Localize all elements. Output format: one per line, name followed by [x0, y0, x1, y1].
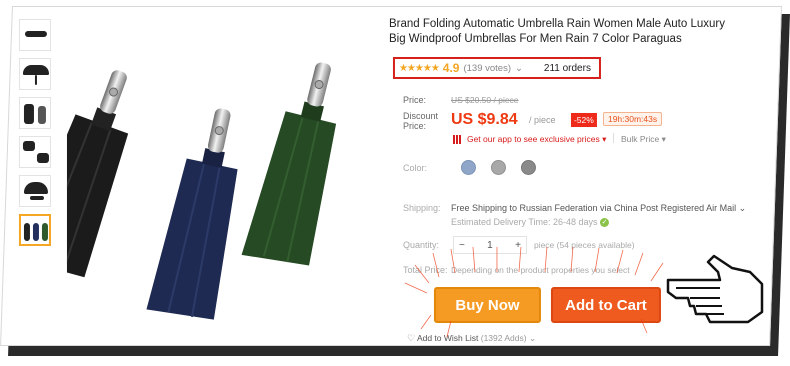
orders-count: 211 orders	[543, 62, 591, 74]
add-to-cart-button[interactable]: Add to Cart	[550, 287, 661, 323]
total-price-note: Depending on the product properties you …	[450, 265, 630, 275]
heart-icon: ♡	[406, 333, 416, 343]
thumbnail-1[interactable]	[18, 19, 51, 51]
discount-price-label-line2: Price:	[402, 121, 426, 131]
shipping-method-dropdown[interactable]: Free Shipping to Russian Federation via …	[451, 203, 746, 214]
check-circle-icon: ✓	[600, 218, 610, 228]
price-label: Price:	[402, 95, 426, 105]
quantity-availability: piece (54 pieces available)	[533, 240, 635, 250]
green-umbrella	[241, 62, 337, 266]
thumbnail-2[interactable]	[18, 58, 51, 90]
product-title: Brand Folding Automatic Umbrella Rain Wo…	[388, 18, 725, 45]
delivery-time-text: Estimated Delivery Time: 26-48 days	[450, 217, 598, 227]
thumbnail-6-selected[interactable]	[18, 214, 51, 246]
delivery-time: Estimated Delivery Time: 26-48 days ✓	[450, 217, 610, 228]
app-exclusive-prices-link[interactable]: Get our app to see exclusive prices ▾	[467, 134, 606, 145]
color-swatch-dark-grey[interactable]	[520, 160, 536, 175]
chevron-down-icon[interactable]: ⌄	[529, 333, 536, 343]
qr-code-icon	[452, 135, 462, 144]
discount-price: US $9.84	[450, 111, 518, 128]
color-swatch-grey[interactable]	[490, 160, 506, 175]
wishlist-count: (1392 Adds)	[480, 333, 527, 343]
black-umbrella	[66, 70, 129, 278]
navy-umbrella	[146, 108, 238, 320]
rating-orders-highlight: ★★★★★ 4.9 (139 votes) ⌄ 211 orders	[392, 57, 601, 79]
votes-link[interactable]: (139 votes)	[463, 63, 511, 74]
total-price-label: Total Price:	[402, 265, 448, 275]
decrease-quantity-button[interactable]: −	[459, 240, 465, 251]
buy-now-button[interactable]: Buy Now	[433, 287, 541, 323]
discount-badge: -52%	[570, 113, 597, 127]
thumbnail-3[interactable]	[18, 97, 51, 129]
quantity-input[interactable]: 1	[487, 240, 493, 251]
rating-score: 4.9	[442, 61, 460, 75]
per-piece-unit: / piece	[528, 115, 556, 125]
wishlist-label[interactable]: Add to Wish List	[417, 333, 478, 343]
color-label: Color:	[402, 163, 427, 173]
bulk-price-dropdown[interactable]: Bulk Price ▾	[621, 134, 666, 145]
original-price: US $20.50 / piece	[450, 95, 519, 105]
countdown-timer: 19h:30m:43s	[602, 112, 663, 126]
pointing-hand-icon	[666, 254, 764, 324]
star-rating-icon: ★★★★★	[398, 62, 439, 74]
shipping-label: Shipping:	[402, 203, 441, 213]
quantity-stepper: − 1 +	[452, 236, 527, 254]
chevron-down-icon[interactable]: ⌄	[515, 63, 523, 74]
color-swatch-blue[interactable]	[460, 160, 476, 175]
divider	[612, 133, 614, 143]
increase-quantity-button[interactable]: +	[515, 240, 521, 251]
product-info-panel: Brand Folding Automatic Umbrella Rain Wo…	[388, 17, 769, 343]
thumbnail-list	[18, 19, 55, 253]
quantity-label: Quantity:	[402, 240, 439, 250]
thumbnail-5[interactable]	[18, 175, 51, 207]
thumbnail-4[interactable]	[18, 136, 51, 168]
add-to-wishlist[interactable]: ♡ Add to Wish List (1392 Adds) ⌄	[407, 333, 536, 344]
main-product-image	[66, 62, 337, 320]
discount-price-label-line1: Discount	[402, 111, 438, 121]
